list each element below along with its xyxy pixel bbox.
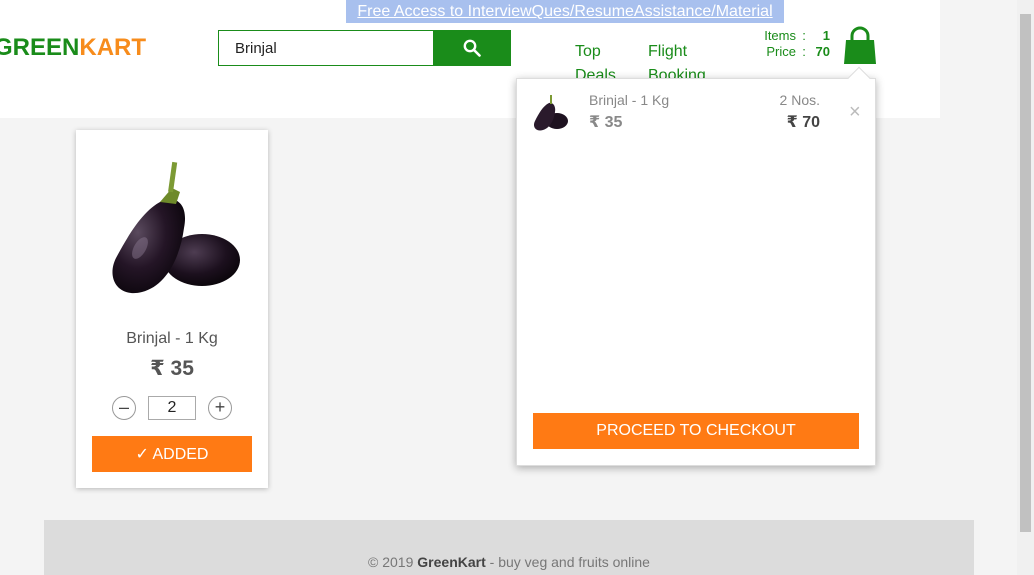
- footer-text: © 2019 GreenKart - buy veg and fruits on…: [44, 554, 974, 570]
- brand-green-text: GREEN: [0, 34, 80, 61]
- items-label: Items: [764, 28, 796, 43]
- promo-link[interactable]: Free Access to InterviewQues/ResumeAssis…: [346, 0, 784, 23]
- items-separator: :: [802, 28, 806, 43]
- search-button[interactable]: [433, 30, 511, 66]
- search-input[interactable]: [218, 30, 434, 66]
- proceed-to-checkout-button[interactable]: PROCEED TO CHECKOUT: [533, 413, 859, 449]
- add-to-cart-button[interactable]: ✓ ADDED: [92, 436, 252, 472]
- remove-item-icon[interactable]: ×: [849, 101, 861, 124]
- cart-preview: Brinjal - 1 Kg ₹ 35 2 Nos. ₹ 70 × PROCEE…: [516, 66, 876, 466]
- scrollbar[interactable]: [1017, 0, 1034, 575]
- footer-copyright: © 2019: [368, 554, 414, 570]
- cart-item-quantity: 2 Nos.: [779, 92, 820, 108]
- cart-info: Items : 1 Price : 70: [740, 28, 830, 60]
- quantity-input[interactable]: [148, 396, 196, 420]
- price-label: Price: [766, 44, 796, 59]
- product-price: ₹ 35: [150, 357, 194, 380]
- increment-button[interactable]: +: [208, 396, 232, 420]
- cart-item-image: [533, 95, 568, 131]
- footer: © 2019 GreenKart - buy veg and fruits on…: [44, 520, 974, 575]
- cart-item-price: ₹ 35: [589, 114, 623, 131]
- price-total: 70: [815, 44, 830, 59]
- cart-icon[interactable]: [842, 26, 878, 66]
- footer-brand: GreenKart: [417, 554, 486, 570]
- scrollbar-thumb[interactable]: [1020, 14, 1031, 532]
- brand-orange-text: KART: [79, 34, 147, 61]
- price-separator: :: [802, 44, 806, 59]
- cart-item-amount: ₹ 70: [786, 114, 820, 131]
- decrement-button[interactable]: –: [112, 396, 136, 420]
- items-count: 1: [822, 28, 830, 43]
- cart-item-name: Brinjal - 1 Kg: [589, 92, 670, 108]
- shopping-bag-icon: [844, 26, 876, 64]
- brinjal-image: [112, 161, 240, 294]
- product-card: Brinjal - 1 Kg ₹ 35 – + ✓ ADDED: [76, 130, 268, 488]
- brand-logo[interactable]: GREENKART: [0, 34, 146, 62]
- product-name: Brinjal - 1 Kg: [126, 330, 218, 347]
- search-icon: [463, 39, 481, 57]
- footer-tagline: - buy veg and fruits online: [489, 554, 650, 570]
